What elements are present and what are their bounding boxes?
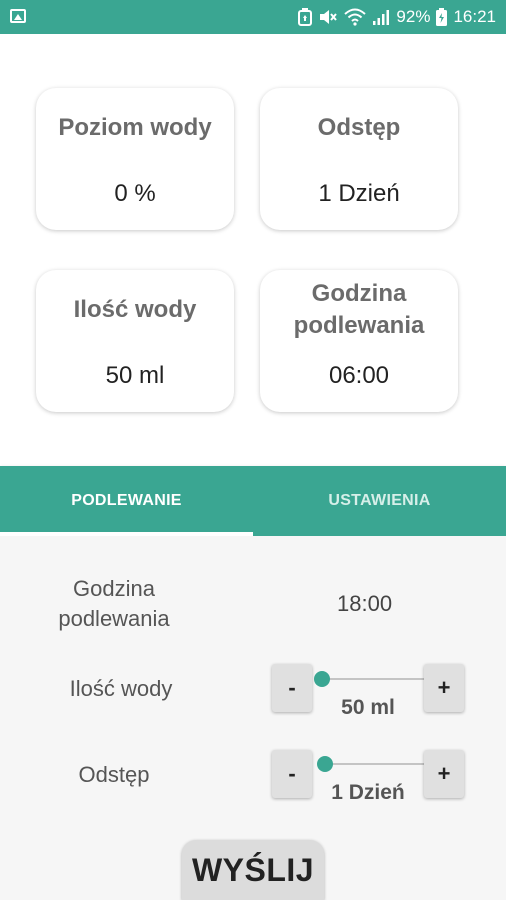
- status-bar: 92% 16:21: [0, 0, 506, 34]
- battery-percent: 92%: [396, 7, 431, 26]
- water-level-card: Poziom wody 0 %: [36, 88, 234, 230]
- water-level-value: 0 %: [114, 180, 156, 207]
- mute-icon: [320, 10, 338, 24]
- amount-slider-thumb[interactable]: [314, 671, 330, 687]
- signal-icon: [373, 10, 390, 25]
- amount-slider-track: [322, 678, 432, 680]
- interval-plus-button[interactable]: +: [424, 750, 464, 798]
- watering-time-value: 06:00: [328, 362, 390, 389]
- watering-time-title-line1: Godzina: [311, 280, 407, 307]
- interval-card: Odstęp 1 Dzień: [260, 88, 458, 230]
- send-button[interactable]: WYŚLIJ: [182, 840, 324, 900]
- watering-time-title: Godzina podlewania: [260, 278, 458, 342]
- status-time: 16:21: [453, 7, 496, 26]
- amount-plus-button[interactable]: +: [424, 664, 464, 712]
- tab-bar: PODLEWANIE USTAWIENIA: [0, 466, 506, 536]
- amount-label: Ilość wody: [69, 676, 173, 701]
- time-label: Godzina podlewania: [4, 574, 224, 634]
- time-label-line1: Godzina: [73, 576, 155, 601]
- interval-slider[interactable]: [317, 754, 435, 774]
- water-level-title: Poziom wody: [58, 114, 212, 141]
- interval-value: 1 Dzień: [318, 180, 400, 207]
- interval-slider-track: [325, 763, 435, 765]
- amount-slider[interactable]: [314, 669, 432, 689]
- image-icon: [10, 9, 26, 23]
- time-value[interactable]: 18:00: [337, 591, 392, 617]
- battery-saver-icon: [298, 8, 313, 26]
- interval-label: Odstęp: [78, 762, 150, 787]
- time-label-line2: podlewania: [58, 606, 170, 631]
- wifi-icon: [344, 8, 367, 26]
- tab-settings[interactable]: USTAWIENIA: [253, 466, 506, 536]
- tab-watering[interactable]: PODLEWANIE: [0, 466, 253, 536]
- water-amount-value: 50 ml: [105, 362, 165, 389]
- battery-icon: [436, 8, 448, 26]
- interval-title: Odstęp: [317, 114, 401, 141]
- watering-time-title-line2: podlewania: [293, 312, 425, 339]
- interval-slider-thumb[interactable]: [317, 756, 333, 772]
- watering-time-card: Godzina podlewania 06:00: [260, 270, 458, 412]
- water-amount-card: Ilość wody 50 ml: [36, 270, 234, 412]
- water-amount-title: Ilość wody: [73, 296, 197, 323]
